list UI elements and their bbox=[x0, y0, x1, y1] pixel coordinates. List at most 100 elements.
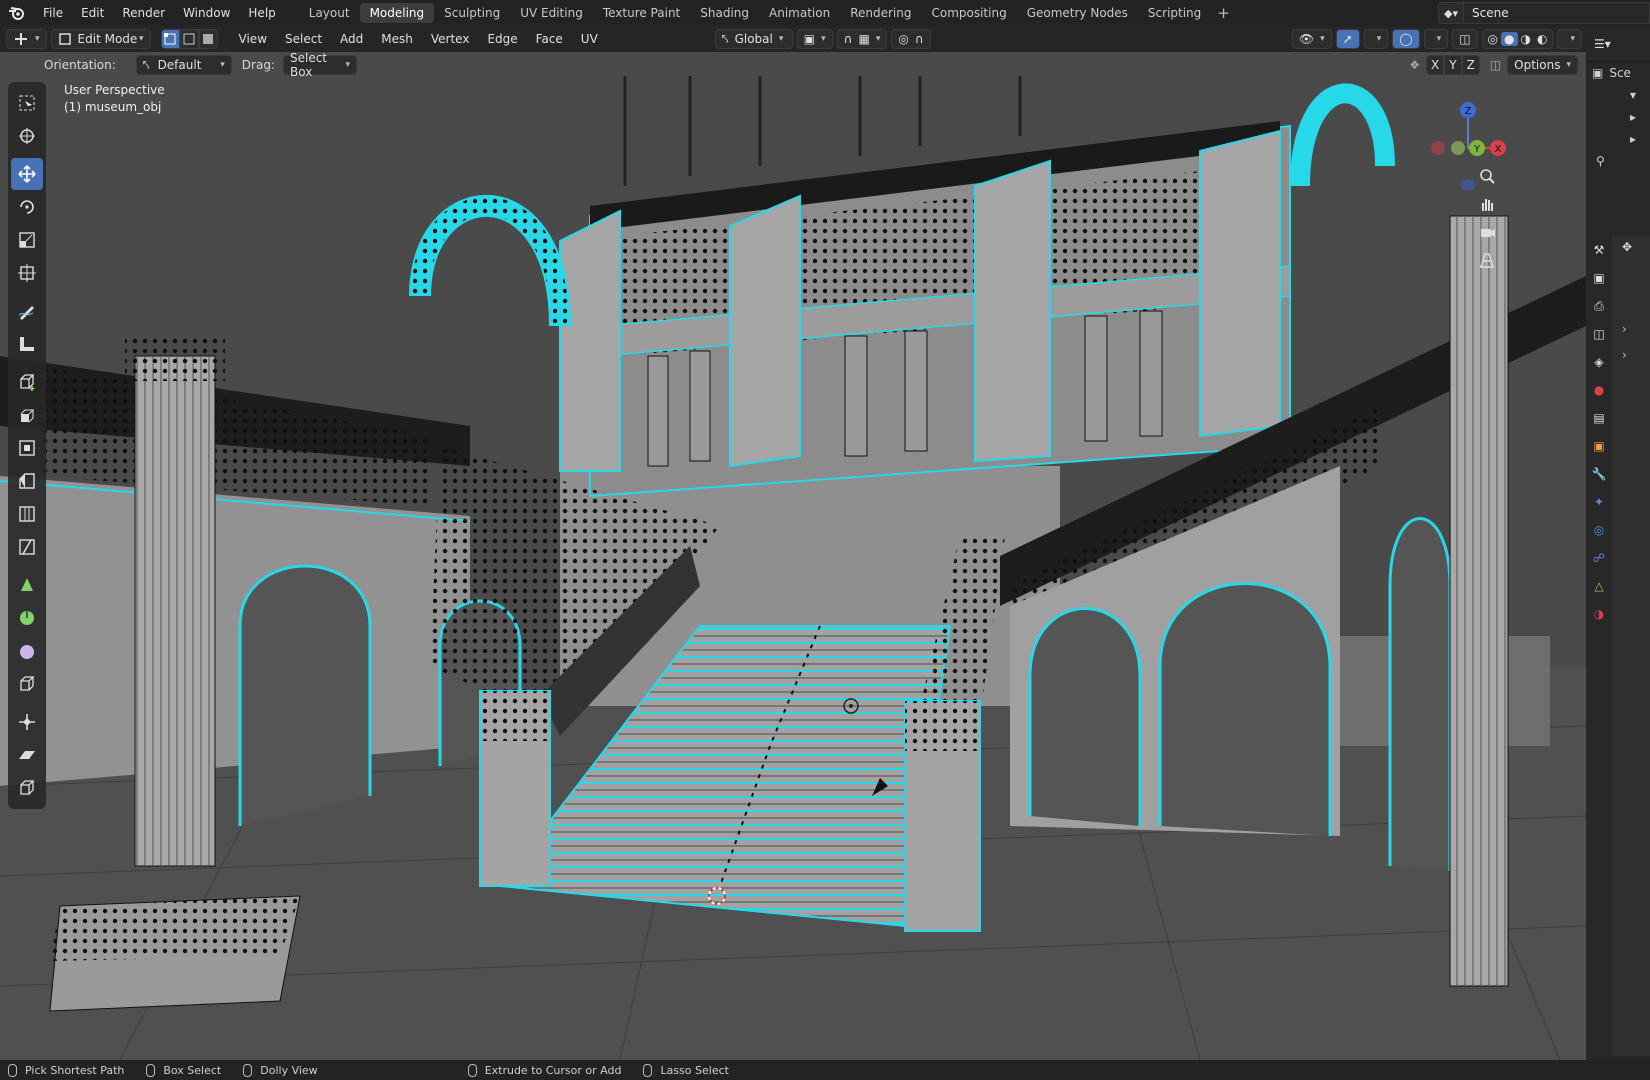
options-button[interactable]: Options ▾ bbox=[1507, 55, 1578, 75]
drag-select[interactable]: Select Box ▾ bbox=[282, 51, 357, 79]
gizmo-neg-x-axis[interactable] bbox=[1431, 141, 1445, 155]
scene-name[interactable]: Scene bbox=[1464, 2, 1650, 24]
gizmo-menu-button[interactable]: ▾ bbox=[1363, 29, 1389, 49]
tab-sculpting[interactable]: Sculpting bbox=[434, 3, 510, 23]
shrink-fatten-tool[interactable] bbox=[11, 706, 43, 738]
view-layer-icon[interactable]: ◫ bbox=[1586, 320, 1612, 348]
face-select-button[interactable] bbox=[198, 29, 218, 49]
measure-tool[interactable] bbox=[11, 328, 43, 360]
cursor-tool[interactable] bbox=[11, 120, 43, 152]
menu-render[interactable]: Render bbox=[113, 6, 174, 20]
transform-orientation-select[interactable]: ⤣ Global ▾ bbox=[714, 29, 793, 49]
scene-icon[interactable]: ◆▾ bbox=[1438, 2, 1464, 24]
orientation-select[interactable]: ⤣ Default ▾ bbox=[135, 55, 232, 75]
object-properties-icon[interactable]: ▣ bbox=[1586, 432, 1612, 460]
tab-geometry-nodes[interactable]: Geometry Nodes bbox=[1017, 3, 1138, 23]
outliner-row-scene-collection[interactable]: ▣ Sce bbox=[1586, 62, 1650, 84]
menu-edge[interactable]: Edge bbox=[478, 32, 526, 46]
scene-properties-icon[interactable]: ◈ bbox=[1586, 348, 1612, 376]
tab-uv-editing[interactable]: UV Editing bbox=[510, 3, 593, 23]
add-cube-tool[interactable] bbox=[11, 366, 43, 398]
poly-build-tool[interactable] bbox=[11, 569, 43, 601]
menu-file[interactable]: File bbox=[34, 6, 72, 20]
panel-expand-chevron-icon[interactable]: › bbox=[1612, 322, 1650, 336]
snap-button[interactable]: ∩ ▦ ▾ bbox=[836, 29, 888, 49]
visibility-button[interactable]: 👁 ▾ bbox=[1291, 29, 1332, 49]
smooth-tool[interactable] bbox=[11, 635, 43, 667]
tab-rendering[interactable]: Rendering bbox=[840, 3, 921, 23]
edge-slide-tool[interactable] bbox=[11, 668, 43, 700]
rip-region-tool[interactable] bbox=[11, 772, 43, 804]
outliner-editor-icon[interactable]: ☰▾ bbox=[1594, 37, 1611, 51]
collection-properties-icon[interactable]: ▤ bbox=[1586, 404, 1612, 432]
menu-help[interactable]: Help bbox=[239, 6, 284, 20]
pan-hand-icon[interactable] bbox=[1474, 190, 1500, 218]
tab-texture-paint[interactable]: Texture Paint bbox=[593, 3, 690, 23]
rotate-tool[interactable] bbox=[11, 191, 43, 223]
loop-cut-tool[interactable] bbox=[11, 498, 43, 530]
gizmo-neg-z-axis[interactable] bbox=[1461, 179, 1475, 190]
navigation-gizmo[interactable]: Z X Y bbox=[1418, 80, 1518, 190]
output-properties-icon[interactable]: ⎙ bbox=[1586, 292, 1612, 320]
solid-shading-icon[interactable]: ● bbox=[1501, 32, 1518, 46]
panel-expand-chevron-icon[interactable]: › bbox=[1612, 348, 1650, 362]
vertex-select-button[interactable] bbox=[160, 29, 180, 49]
overlays-toggle-button[interactable]: ◯ bbox=[1392, 29, 1420, 49]
blender-logo-icon[interactable] bbox=[0, 0, 34, 26]
material-icon[interactable]: ◑ bbox=[1586, 600, 1612, 628]
material-shading-icon[interactable]: ◑ bbox=[1518, 32, 1534, 46]
select-box-tool[interactable] bbox=[11, 87, 43, 119]
gizmo-toggle-button[interactable]: ➚ bbox=[1335, 29, 1360, 49]
modifier-wrench-icon[interactable]: 🔧 bbox=[1586, 460, 1612, 488]
outliner-row[interactable]: ▸ bbox=[1586, 128, 1650, 150]
proportional-edit-button[interactable]: ◎ ∩ bbox=[891, 29, 931, 49]
outliner-row[interactable]: ⚲ bbox=[1586, 150, 1650, 172]
move-tool[interactable] bbox=[11, 158, 43, 190]
gizmo-neg-y-axis[interactable] bbox=[1451, 141, 1465, 155]
world-properties-icon[interactable]: ● bbox=[1586, 376, 1612, 404]
annotate-tool[interactable] bbox=[11, 295, 43, 327]
mirror-z-toggle[interactable]: Z bbox=[1461, 55, 1480, 75]
tab-layout[interactable]: Layout bbox=[299, 3, 360, 23]
tab-animation[interactable]: Animation bbox=[759, 3, 840, 23]
bevel-tool[interactable] bbox=[11, 465, 43, 497]
object-data-icon[interactable]: △ bbox=[1586, 572, 1612, 600]
menu-select[interactable]: Select bbox=[276, 32, 331, 46]
shear-tool[interactable] bbox=[11, 739, 43, 771]
mirror-x-toggle[interactable]: X bbox=[1426, 55, 1445, 75]
properties-move-icon[interactable]: ✥ bbox=[1612, 236, 1650, 258]
mode-select[interactable]: Edit Mode ▾ bbox=[50, 29, 151, 49]
shading-menu-button[interactable]: ▾ bbox=[1557, 29, 1582, 49]
extrude-region-tool[interactable] bbox=[11, 399, 43, 431]
outliner-row[interactable]: ▸ bbox=[1586, 106, 1650, 128]
perspective-toggle-icon[interactable] bbox=[1474, 246, 1500, 274]
outliner-row[interactable]: ▾ bbox=[1586, 84, 1650, 106]
menu-face[interactable]: Face bbox=[527, 32, 572, 46]
menu-uv[interactable]: UV bbox=[572, 32, 607, 46]
transform-tool[interactable] bbox=[11, 257, 43, 289]
menu-vertex[interactable]: Vertex bbox=[422, 32, 479, 46]
wireframe-shading-icon[interactable]: ◎ bbox=[1485, 32, 1501, 46]
rendered-shading-icon[interactable]: ◐ bbox=[1534, 32, 1550, 46]
tool-properties-icon[interactable]: ⚒ bbox=[1586, 236, 1612, 264]
xray-toggle-button[interactable]: ◫ bbox=[1452, 29, 1478, 49]
menu-edit[interactable]: Edit bbox=[72, 6, 113, 20]
physics-icon[interactable]: ◎ bbox=[1586, 516, 1612, 544]
mesh-scene[interactable] bbox=[0, 26, 1586, 1060]
add-workspace-icon[interactable]: + bbox=[1211, 3, 1236, 23]
tab-scripting[interactable]: Scripting bbox=[1138, 3, 1211, 23]
inset-faces-tool[interactable] bbox=[11, 432, 43, 464]
constraints-icon[interactable]: ☍ bbox=[1586, 544, 1612, 572]
scale-tool[interactable] bbox=[11, 224, 43, 256]
3d-viewport[interactable]: ▾ Edit Mode ▾ View Select Add Mesh Vertex… bbox=[0, 26, 1586, 1060]
camera-view-icon[interactable] bbox=[1474, 218, 1500, 246]
overlays-menu-button[interactable]: ▾ bbox=[1423, 29, 1449, 49]
tab-modeling[interactable]: Modeling bbox=[359, 3, 435, 23]
editor-type-button[interactable]: ▾ bbox=[6, 29, 47, 49]
tab-compositing[interactable]: Compositing bbox=[921, 3, 1016, 23]
particles-icon[interactable]: ✦ bbox=[1586, 488, 1612, 516]
knife-tool[interactable] bbox=[11, 531, 43, 563]
edge-select-button[interactable] bbox=[179, 29, 199, 49]
menu-window[interactable]: Window bbox=[174, 6, 239, 20]
zoom-icon[interactable] bbox=[1474, 162, 1500, 190]
